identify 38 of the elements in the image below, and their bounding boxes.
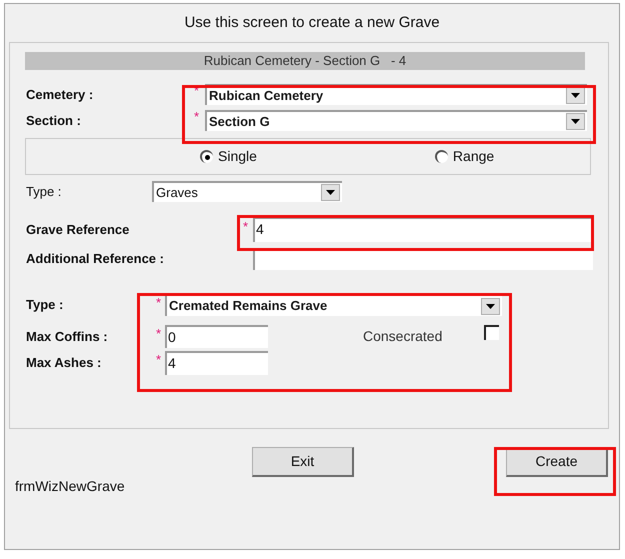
action-button[interactable]: Exit bbox=[252, 447, 354, 477]
caret-icon bbox=[326, 190, 335, 195]
window-title: Use this screen to create a new Grave bbox=[184, 12, 440, 33]
radio-button[interactable] bbox=[434, 150, 448, 163]
field-label: Max Coffins : bbox=[26, 328, 109, 346]
required-marker: * bbox=[243, 220, 250, 234]
consecrated-checkbox[interactable] bbox=[484, 325, 499, 340]
required-marker: * bbox=[154, 327, 162, 341]
dropdown-button[interactable] bbox=[566, 113, 585, 130]
radio-label[interactable]: Range bbox=[452, 146, 494, 167]
form-name: frmWizNewGrave bbox=[15, 477, 126, 496]
checkbox-label: Consecrated bbox=[363, 327, 444, 346]
input-field[interactable]: 0 bbox=[165, 325, 268, 348]
input-field[interactable]: 4 bbox=[253, 217, 593, 242]
input-field[interactable]: 4 bbox=[165, 351, 268, 375]
record-header: Rubican Cemetery - Section G - 4 bbox=[25, 52, 585, 70]
dropdown[interactable]: Cremated Remains Grave bbox=[165, 294, 502, 316]
field-label: Grave Reference bbox=[26, 220, 130, 239]
required-marker: * bbox=[154, 296, 162, 310]
radio-label[interactable]: Single bbox=[218, 146, 257, 167]
required-marker: * bbox=[154, 353, 162, 367]
field-label: Max Ashes : bbox=[26, 354, 102, 372]
dropdown[interactable]: Graves bbox=[152, 181, 342, 202]
field-label: Additional Reference : bbox=[26, 250, 165, 268]
field-label: Type : bbox=[26, 296, 64, 314]
dropdown-button[interactable] bbox=[566, 87, 585, 104]
field-label: Type : bbox=[26, 182, 62, 201]
caret-icon bbox=[486, 304, 495, 308]
caret-icon bbox=[571, 119, 580, 124]
required-marker: * bbox=[194, 110, 200, 124]
dropdown-button[interactable] bbox=[481, 298, 500, 314]
radio-button[interactable] bbox=[200, 150, 213, 163]
dropdown[interactable]: Section G bbox=[205, 110, 587, 131]
field-label: Cemetery : bbox=[26, 86, 94, 104]
field-label: Section : bbox=[26, 112, 82, 130]
caret-icon bbox=[571, 93, 580, 98]
dropdown-button[interactable] bbox=[321, 184, 340, 201]
action-button[interactable]: Create bbox=[506, 447, 608, 477]
